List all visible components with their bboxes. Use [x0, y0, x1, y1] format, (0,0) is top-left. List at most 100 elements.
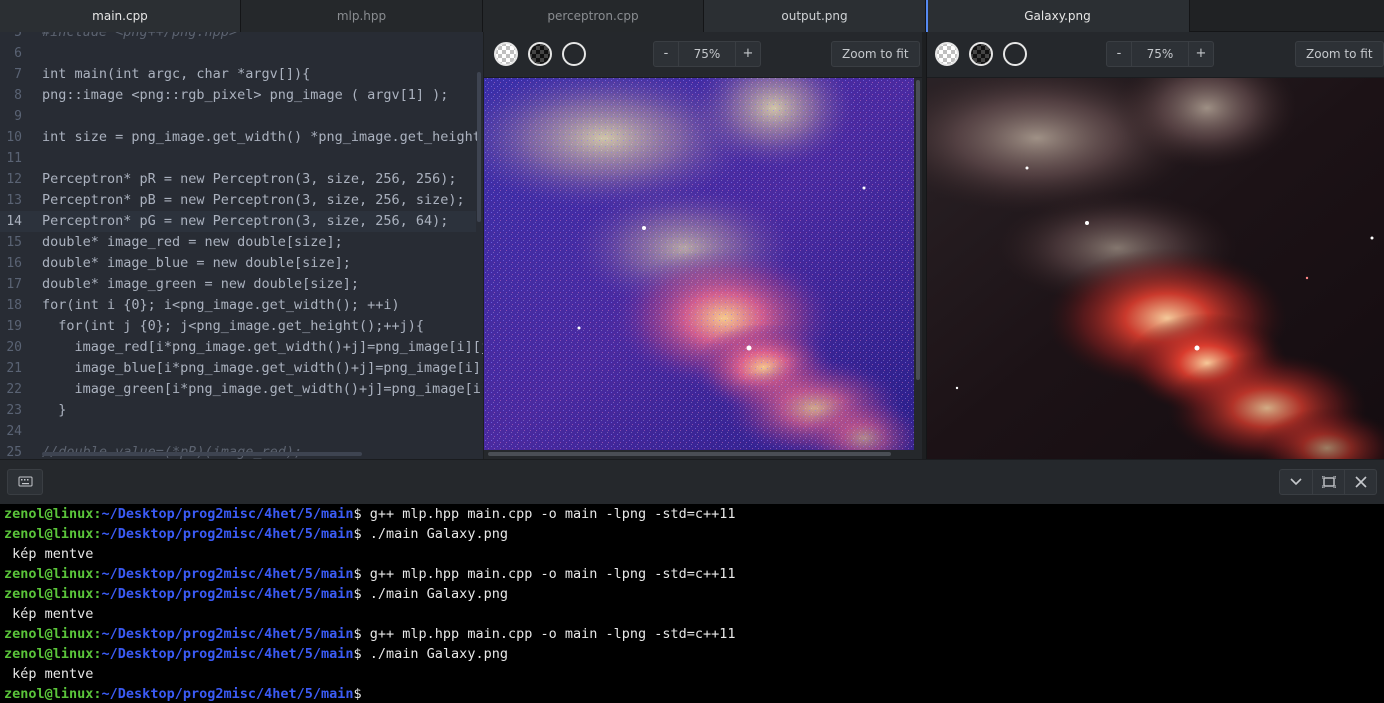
code-text: png::image <png::rgb_pixel> png_image ( …	[42, 87, 449, 103]
terminal-path: ~/Desktop/prog2misc/4het/5/main	[101, 586, 354, 602]
tab-mlp-hpp[interactable]: mlp.hpp	[241, 0, 483, 32]
code-line[interactable]: 14 Perceptron* pG = new Perceptron(3, siz…	[0, 211, 476, 232]
prompt-separator: :	[93, 566, 102, 582]
terminal-path: ~/Desktop/prog2misc/4het/5/main	[101, 506, 354, 522]
terminal-output: kép mentve	[4, 666, 94, 682]
code-line[interactable]: 16 double* image_blue = new double[size];	[0, 253, 476, 274]
viewer-toolbar: - 75% + Zoom to fit	[927, 32, 1384, 78]
close-icon[interactable]	[1344, 470, 1376, 494]
zoom-in-button[interactable]: +	[736, 42, 760, 66]
checker-dark-icon[interactable]	[528, 42, 552, 66]
tab-label: mlp.hpp	[336, 9, 387, 23]
zoom-to-fit-button[interactable]: Zoom to fit	[1295, 41, 1384, 67]
editor-horizontal-scrollbar[interactable]	[42, 452, 362, 456]
viewer-horizontal-scrollbar[interactable]	[488, 452, 891, 456]
prompt-separator: :	[93, 586, 102, 602]
terminal-user: zenol@linux	[4, 566, 94, 582]
image-viewer-galaxy: - 75% + Zoom to fit	[926, 32, 1384, 459]
line-number: 24	[6, 424, 22, 439]
terminal-command-line: zenol@linux:~/Desktop/prog2misc/4het/5/m…	[4, 564, 736, 584]
line-number: 5	[14, 32, 22, 40]
code-line[interactable]: 24	[0, 421, 476, 442]
code-text: Perceptron* pB = new Perceptron(3, size,…	[42, 192, 465, 208]
zoom-out-button[interactable]: -	[654, 42, 678, 66]
keyboard-icon[interactable]	[7, 469, 43, 495]
transparent-bg-icon[interactable]	[562, 42, 586, 66]
code-text: Perceptron* pG = new Perceptron(3, size,…	[42, 213, 449, 229]
code-line[interactable]: 22 image_green[i*png_image.get_width()+j…	[0, 379, 483, 400]
prompt-separator: :	[93, 626, 102, 642]
code-text: for(int i {0}; i<png_image.get_width(); …	[42, 297, 400, 313]
code-line[interactable]: 25 //double value=(*pR)(image_red);	[0, 442, 476, 459]
terminal-output: kép mentve	[4, 546, 94, 562]
code-editor[interactable]: 25 //double value=(*pR)(image_red); 24 23 }…	[0, 32, 483, 459]
line-number: 9	[14, 109, 22, 124]
code-line[interactable]: 7 int main(int argc, char *argv[]){	[0, 64, 476, 85]
zoom-in-button[interactable]: +	[1189, 42, 1213, 66]
code-line[interactable]: 23 }	[0, 400, 476, 421]
code-line[interactable]: 20 image_red[i*png_image.get_width()+j]=…	[0, 337, 483, 358]
code-line[interactable]: 11	[0, 148, 476, 169]
maximize-icon[interactable]	[1312, 470, 1344, 494]
prompt-symbol: $	[353, 646, 370, 662]
tab-bar: main.cpp mlp.hpp perceptron.cpp output.p…	[0, 0, 1384, 32]
tab-output-png[interactable]: output.png	[704, 0, 926, 32]
code-line[interactable]: 15 double* image_red = new double[size];	[0, 232, 476, 253]
tab-galaxy-png[interactable]: Galaxy.png	[926, 0, 1190, 32]
tab-perceptron-cpp[interactable]: perceptron.cpp	[483, 0, 704, 32]
line-number: 10	[6, 130, 22, 145]
checker-dark-icon[interactable]	[969, 42, 993, 66]
line-number: 21	[6, 361, 22, 376]
checker-light-icon[interactable]	[494, 42, 518, 66]
tab-label: main.cpp	[92, 9, 148, 23]
chevron-down-icon[interactable]	[1280, 470, 1312, 494]
code-text: //double value=(*pR)(image_red);	[42, 442, 302, 459]
terminal[interactable]: zenol@linux:~/Desktop/prog2misc/4het/5/m…	[0, 504, 1384, 703]
code-line[interactable]: 9	[0, 106, 476, 127]
zoom-control: - 75% +	[1106, 41, 1214, 67]
zoom-level: 75%	[1131, 42, 1189, 66]
prompt-symbol: $	[353, 506, 370, 522]
galaxy-image	[927, 78, 1384, 459]
terminal-command: ./main Galaxy.png	[369, 646, 508, 662]
prompt-symbol: $	[353, 526, 370, 542]
code-line[interactable]: 6	[0, 43, 476, 64]
prompt-symbol: $	[353, 626, 370, 642]
prompt-symbol: $	[353, 566, 370, 582]
tab-label: output.png	[781, 9, 848, 23]
terminal-output: kép mentve	[4, 606, 94, 622]
tab-main-cpp[interactable]: main.cpp	[0, 0, 241, 32]
transparent-bg-icon[interactable]	[1003, 42, 1027, 66]
code-line[interactable]: 10 int size = png_image.get_width() *png_…	[0, 127, 483, 148]
terminal-panel-header	[0, 459, 1384, 504]
line-number: 13	[6, 193, 22, 208]
terminal-command-line: zenol@linux:~/Desktop/prog2misc/4het/5/m…	[4, 684, 370, 703]
code-line[interactable]: 19 for(int j {0}; j<png_image.get_height…	[0, 316, 476, 337]
code-line[interactable]: 13 Perceptron* pB = new Perceptron(3, siz…	[0, 190, 476, 211]
code-text: double* image_blue = new double[size];	[42, 255, 351, 271]
tab-label: perceptron.cpp	[547, 9, 639, 23]
code-line[interactable]: 18 for(int i {0}; i<png_image.get_width()…	[0, 295, 476, 316]
terminal-user: zenol@linux	[4, 686, 94, 702]
line-number: 19	[6, 319, 22, 334]
code-line[interactable]: 12 Perceptron* pR = new Perceptron(3, siz…	[0, 169, 476, 190]
code-line[interactable]: 21 image_blue[i*png_image.get_width()+j]…	[0, 358, 483, 379]
panel-window-controls	[1279, 469, 1377, 495]
line-number: 11	[6, 151, 22, 166]
zoom-to-fit-button[interactable]: Zoom to fit	[831, 41, 920, 67]
checker-light-icon[interactable]	[935, 42, 959, 66]
terminal-user: zenol@linux	[4, 646, 94, 662]
viewer-vertical-scrollbar[interactable]	[916, 80, 920, 380]
terminal-path: ~/Desktop/prog2misc/4het/5/main	[101, 646, 354, 662]
code-line[interactable]: 5 #include <png++/png.hpp>	[0, 32, 476, 43]
terminal-path: ~/Desktop/prog2misc/4het/5/main	[101, 566, 354, 582]
terminal-command-line: zenol@linux:~/Desktop/prog2misc/4het/5/m…	[4, 504, 736, 524]
zoom-level: 75%	[678, 42, 736, 66]
code-line[interactable]: 17 double* image_green = new double[size]…	[0, 274, 476, 295]
zoom-out-button[interactable]: -	[1107, 42, 1131, 66]
terminal-path: ~/Desktop/prog2misc/4het/5/main	[101, 526, 354, 542]
editor-vertical-scrollbar[interactable]	[477, 72, 481, 222]
code-line[interactable]: 8 png::image <png::rgb_pixel> png_image (…	[0, 85, 476, 106]
line-number: 17	[6, 277, 22, 292]
line-number: 18	[6, 298, 22, 313]
